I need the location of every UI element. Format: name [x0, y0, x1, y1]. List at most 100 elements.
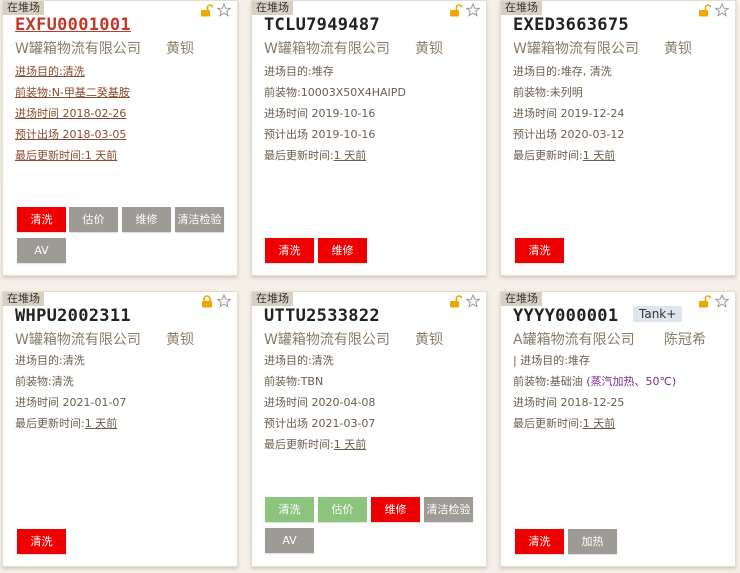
star-icon[interactable] [217, 3, 231, 17]
company-name: W罐箱物流有限公司 [513, 41, 639, 57]
status-badge: 在堆场 [501, 1, 542, 15]
status-badge: 在堆场 [501, 292, 542, 306]
container-card[interactable]: 在堆场 YYYY000001 Tank+ A罐箱物流有限公司 陈冠希 | 进场目… [500, 291, 736, 567]
last-updated-value[interactable]: 1 天前 [583, 149, 616, 162]
av-button[interactable]: AV [17, 238, 66, 263]
last-updated-label: 最后更新时间: [15, 149, 85, 162]
clean-inspection-button[interactable]: 清洁检验 [424, 497, 473, 522]
last-updated: 最后更新时间:1 天前 [264, 147, 366, 163]
last-updated-value[interactable]: 1 天前 [334, 149, 367, 162]
container-number[interactable]: TCLU7949487 [264, 15, 380, 35]
container-number[interactable]: EXED3663675 [513, 15, 629, 35]
estimate-button[interactable]: 估价 [69, 207, 118, 232]
company-name: A罐箱物流有限公司 [513, 332, 635, 348]
clean-button[interactable]: 清洗 [17, 207, 66, 232]
container-card[interactable]: 在堆场 EXFU0001001 W罐箱物流有限公司 黄钡 进场目的:清洗 前装物… [2, 0, 238, 276]
entry-purpose: | 进场目的:堆存 [513, 354, 590, 367]
cargo-heating-note: (蒸汽加热、50℃) [586, 375, 677, 388]
person-name: 黄钡 [166, 332, 194, 348]
entry-time[interactable]: 进场时间 2018-02-26 [15, 105, 126, 121]
last-cargo: 前装物:基础油 (蒸汽加热、50℃) [513, 373, 676, 389]
last-updated-value[interactable]: 1 天前 [334, 438, 367, 451]
person-name: 黄钡 [415, 41, 443, 57]
last-updated-label: 最后更新时间: [264, 149, 334, 162]
estimate-button[interactable]: 估价 [318, 497, 367, 522]
last-updated-value: 1 天前 [84, 149, 118, 162]
clean-inspection-button[interactable]: 清洁检验 [175, 207, 224, 232]
expected-exit: 预计出场 2020-03-12 [513, 128, 625, 141]
last-updated: 最后更新时间:1 天前 [513, 147, 615, 163]
last-updated: 最后更新时间:1 天前 [264, 436, 366, 452]
last-updated-label: 最后更新时间: [264, 438, 334, 451]
entry-time: 进场时间 2018-12-25 [513, 396, 625, 409]
tank-plus-tag: Tank+ [633, 306, 683, 322]
last-updated-value[interactable]: 1 天前 [583, 417, 616, 430]
star-icon[interactable] [466, 294, 480, 308]
expected-exit[interactable]: 预计出场 2018-03-05 [15, 126, 126, 142]
last-cargo: 前装物:清洗 [15, 375, 74, 388]
last-cargo: 前装物:未列明 [513, 86, 583, 99]
clean-button[interactable]: 清洗 [17, 529, 66, 554]
repair-button[interactable]: 维修 [371, 497, 420, 522]
company-name: W罐箱物流有限公司 [264, 41, 390, 57]
container-card[interactable]: 在堆场 WHPU2002311 W罐箱物流有限公司 黄钡 进场目的:清洗 前装物… [2, 291, 238, 567]
last-updated-value[interactable]: 1 天前 [85, 417, 118, 430]
container-card[interactable]: 在堆场 TCLU7949487 W罐箱物流有限公司 黄钡 进场目的:堆存 前装物… [251, 0, 487, 276]
lock-open-icon[interactable] [449, 294, 462, 308]
last-cargo: 前装物:10003X50X4HAIPD [264, 86, 406, 99]
last-cargo-value: 前装物:基础油 [513, 375, 583, 388]
clean-button[interactable]: 清洗 [265, 497, 314, 522]
entry-time: 进场时间 2021-01-07 [15, 396, 127, 409]
status-badge: 在堆场 [252, 292, 293, 306]
clean-button[interactable]: 清洗 [515, 529, 564, 554]
container-number[interactable]: WHPU2002311 [15, 306, 131, 326]
expected-exit: 预计出场 2019-10-16 [264, 128, 376, 141]
entry-purpose[interactable]: 进场目的:清洗 [15, 63, 85, 79]
last-updated[interactable]: 最后更新时间:1 天前 [15, 147, 117, 163]
last-cargo: 前装物:TBN [264, 375, 324, 388]
lock-open-icon[interactable] [698, 294, 711, 308]
entry-purpose: 进场目的:堆存, 清洗 [513, 65, 612, 78]
repair-button[interactable]: 维修 [122, 207, 171, 232]
status-badge: 在堆场 [252, 1, 293, 15]
status-badge: 在堆场 [3, 1, 44, 15]
entry-time: 进场时间 2019-10-16 [264, 107, 376, 120]
av-button[interactable]: AV [265, 528, 314, 553]
last-updated-label: 最后更新时间: [513, 417, 583, 430]
container-card[interactable]: 在堆场 EXED3663675 W罐箱物流有限公司 黄钡 进场目的:堆存, 清洗… [500, 0, 736, 276]
company-name: W罐箱物流有限公司 [264, 332, 390, 348]
clean-button[interactable]: 清洗 [515, 238, 564, 263]
star-icon[interactable] [715, 294, 729, 308]
person-name: 黄钡 [166, 41, 194, 57]
last-updated: 最后更新时间:1 天前 [513, 415, 615, 431]
entry-purpose: 进场目的:堆存 [264, 65, 334, 78]
last-updated-label: 最后更新时间: [15, 417, 85, 430]
last-updated: 最后更新时间:1 天前 [15, 415, 117, 431]
entry-purpose: 进场目的:清洗 [264, 354, 334, 367]
star-icon[interactable] [217, 294, 231, 308]
last-updated-label: 最后更新时间: [513, 149, 583, 162]
expected-exit: 预计出场 2021-03-07 [264, 417, 376, 430]
entry-purpose: 进场目的:清洗 [15, 354, 85, 367]
clean-button[interactable]: 清洗 [265, 238, 314, 263]
container-number[interactable]: YYYY000001 [513, 306, 618, 326]
lock-open-icon[interactable] [698, 3, 711, 17]
person-name: 陈冠希 [664, 332, 706, 348]
star-icon[interactable] [715, 3, 729, 17]
last-cargo[interactable]: 前装物:N-甲基二癸基胺 [15, 84, 130, 100]
container-card[interactable]: 在堆场 UTTU2533822 W罐箱物流有限公司 黄钡 进场目的:清洗 前装物… [251, 291, 487, 567]
entry-time: 进场时间 2020-04-08 [264, 396, 376, 409]
status-badge: 在堆场 [3, 292, 44, 306]
company-name: W罐箱物流有限公司 [15, 41, 141, 57]
lock-open-icon[interactable] [200, 3, 213, 17]
person-name: 黄钡 [415, 332, 443, 348]
entry-time: 进场时间 2019-12-24 [513, 107, 625, 120]
star-icon[interactable] [466, 3, 480, 17]
container-number[interactable]: UTTU2533822 [264, 306, 380, 326]
lock-closed-icon[interactable] [201, 294, 213, 308]
lock-open-icon[interactable] [449, 3, 462, 17]
heat-button[interactable]: 加热 [568, 529, 617, 554]
repair-button[interactable]: 维修 [318, 238, 367, 263]
container-number-link[interactable]: EXFU0001001 [15, 15, 131, 35]
company-name: W罐箱物流有限公司 [15, 332, 141, 348]
